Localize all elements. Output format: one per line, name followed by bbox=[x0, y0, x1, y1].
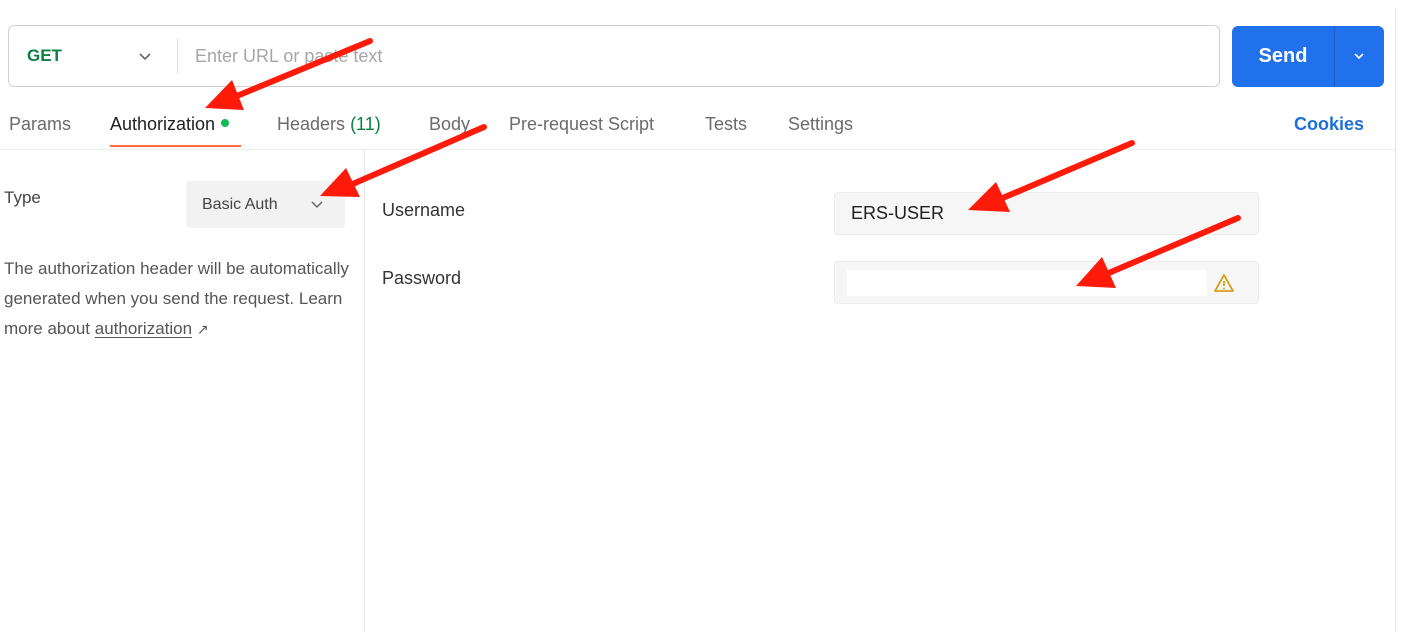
username-input[interactable]: ERS-USER bbox=[834, 192, 1259, 235]
auth-type-select[interactable]: Basic Auth bbox=[186, 181, 345, 228]
tab-body[interactable]: Body bbox=[429, 100, 470, 148]
send-button[interactable]: Send bbox=[1232, 26, 1334, 87]
type-label: Type bbox=[4, 188, 41, 207]
auth-type-value: Basic Auth bbox=[202, 196, 278, 213]
url-bar: GET bbox=[8, 25, 1220, 87]
send-divider bbox=[1334, 26, 1335, 87]
tab-headers[interactable]: Headers (11) bbox=[277, 100, 381, 148]
window-edge bbox=[1395, 8, 1396, 632]
url-divider bbox=[177, 38, 178, 74]
method-select[interactable]: GET bbox=[27, 26, 62, 86]
url-input[interactable] bbox=[195, 36, 1205, 76]
tab-params[interactable]: Params bbox=[9, 100, 71, 148]
password-input[interactable] bbox=[834, 261, 1259, 304]
status-dot bbox=[221, 119, 230, 128]
headers-count-badge: (11) bbox=[350, 114, 381, 134]
tab-pre-request-script[interactable]: Pre-request Script bbox=[509, 100, 654, 148]
cookies-link[interactable]: Cookies bbox=[1294, 100, 1364, 148]
authorization-link[interactable]: authorization bbox=[95, 319, 192, 338]
tab-settings[interactable]: Settings bbox=[788, 100, 853, 148]
chevron-down-icon[interactable] bbox=[137, 48, 153, 64]
pane-divider[interactable] bbox=[364, 150, 365, 632]
password-value bbox=[847, 270, 1207, 296]
external-link-icon: ↗ bbox=[196, 321, 209, 337]
chevron-down-icon[interactable] bbox=[1352, 49, 1366, 63]
send-button-group: Send bbox=[1232, 26, 1384, 87]
username-label: Username bbox=[382, 200, 466, 220]
warning-triangle-icon[interactable] bbox=[1213, 272, 1235, 294]
active-tab-indicator bbox=[110, 145, 241, 147]
tab-tests[interactable]: Tests bbox=[705, 100, 747, 148]
username-value: ERS-USER bbox=[851, 203, 945, 223]
auth-description: The authorization header will be automat… bbox=[4, 259, 349, 338]
tab-authorization[interactable]: Authorization bbox=[110, 100, 230, 148]
password-label: Password bbox=[382, 268, 462, 288]
request-tabs: Params Authorization Headers (11) Body P… bbox=[0, 100, 1395, 150]
chevron-down-icon bbox=[311, 201, 323, 209]
